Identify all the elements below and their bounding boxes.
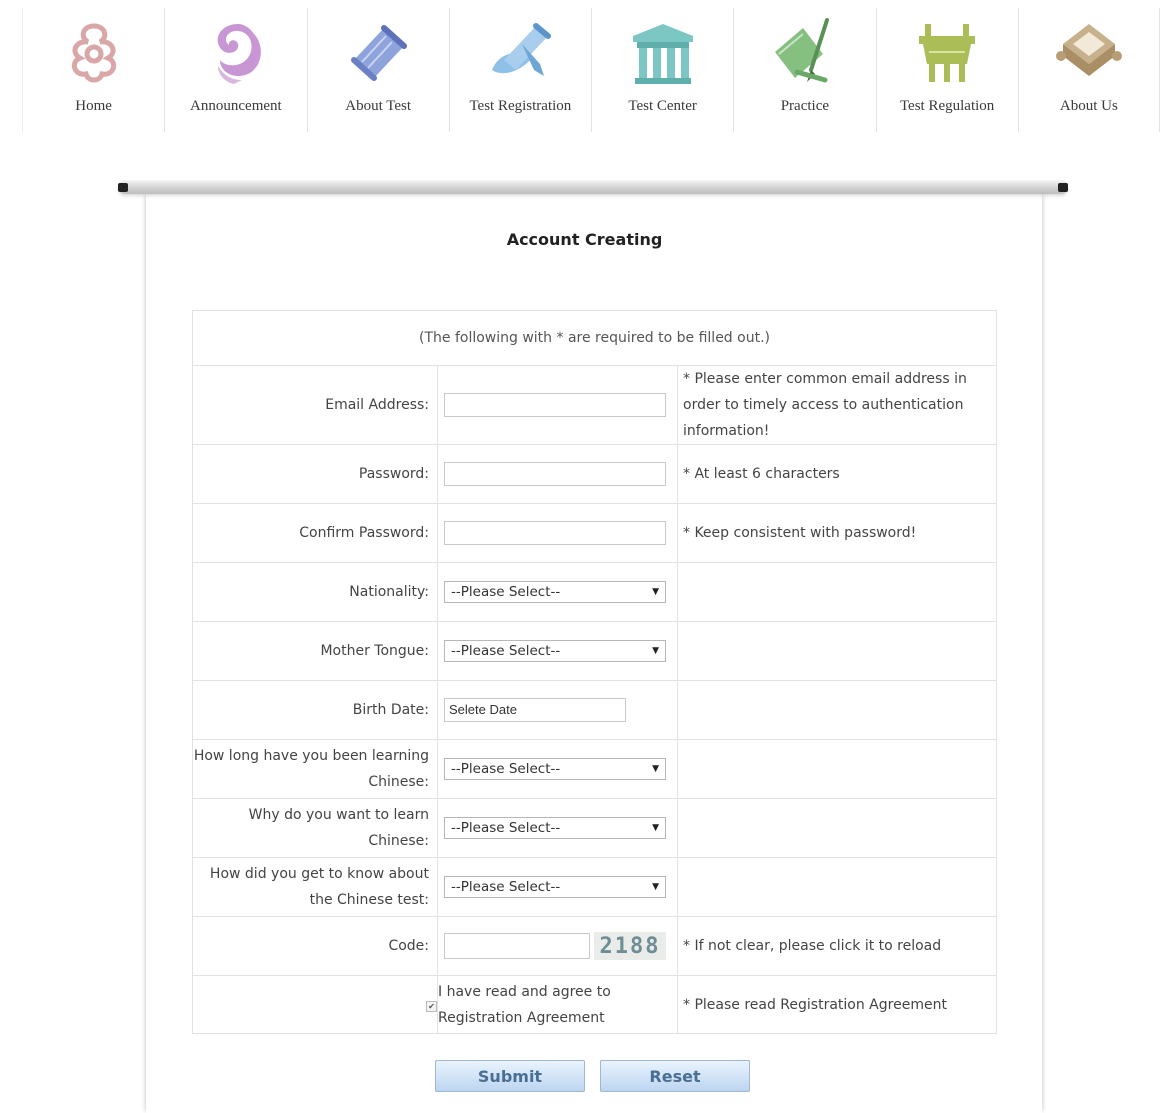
nav-label: Test Registration <box>469 98 572 114</box>
mother-tongue-label: Mother Tongue: <box>192 621 438 681</box>
reset-button[interactable]: Reset <box>600 1060 750 1092</box>
email-field[interactable] <box>444 393 666 417</box>
top-navigation: Home Announcement About Test Test Regist… <box>22 8 1160 132</box>
nav-item-about-us[interactable]: About Us <box>1017 8 1160 132</box>
password-field[interactable] <box>444 462 666 486</box>
dropdown-arrow-icon: ▼ <box>652 882 659 892</box>
form-title: Account Creating <box>506 230 663 249</box>
agreement-text[interactable]: I have read and agree to Registration Ag… <box>437 975 678 1034</box>
source-label: How did you get to know about the Chines… <box>192 857 438 917</box>
captcha-image[interactable]: 2188 <box>594 932 666 960</box>
agreement-checkbox[interactable]: ✔ <box>426 1000 437 1012</box>
cloud-knot-icon <box>71 23 116 83</box>
required-note: (The following with * are required to be… <box>192 310 997 366</box>
learning-duration-label: How long have you been learning Chinese: <box>192 739 438 799</box>
dropdown-arrow-icon: ▼ <box>652 764 659 774</box>
nav-item-practice[interactable]: Practice <box>733 8 875 132</box>
bronze-vessel-icon <box>919 24 976 82</box>
confirm-password-label: Confirm Password: <box>192 503 438 563</box>
code-field[interactable] <box>444 933 590 959</box>
learning-reason-label: Why do you want to learn Chinese: <box>192 798 438 858</box>
learning-reason-selected: --Please Select-- <box>451 820 561 836</box>
nav-label: Practice <box>780 98 830 114</box>
password-label: Password: <box>192 444 438 504</box>
nav-item-test-regulation[interactable]: Test Regulation <box>875 8 1018 132</box>
brush-scroll-icon <box>492 23 552 76</box>
scroll-rod-end-left <box>118 183 128 192</box>
writing-brush-icon <box>774 18 829 83</box>
nationality-label: Nationality: <box>192 562 438 622</box>
nav-item-announcement[interactable]: Announcement <box>164 8 306 132</box>
mother-tongue-select[interactable]: --Please Select-- ▼ <box>444 640 666 662</box>
learning-duration-selected: --Please Select-- <box>451 761 561 777</box>
nationality-select[interactable]: --Please Select-- ▼ <box>444 581 666 603</box>
source-selected: --Please Select-- <box>451 879 561 895</box>
nav-label: Home <box>75 98 112 114</box>
password-hint: * At least 6 characters <box>677 444 997 504</box>
confirm-password-field[interactable] <box>444 521 666 545</box>
nav-label: Test Center <box>628 98 697 114</box>
email-label: Email Address: <box>192 365 438 445</box>
nav-label: About Us <box>1059 98 1118 114</box>
agreement-hint: * Please read Registration Agreement <box>677 975 997 1034</box>
source-select[interactable]: --Please Select-- ▼ <box>444 876 666 898</box>
nav-label: Announcement <box>190 98 282 114</box>
nav-item-about-test[interactable]: About Test <box>306 8 449 132</box>
nav-label: Test Regulation <box>899 98 995 114</box>
dropdown-arrow-icon: ▼ <box>652 646 659 656</box>
code-label: Code: <box>192 916 438 976</box>
nav-item-test-center[interactable]: Test Center <box>591 8 733 132</box>
scroll-rod <box>118 180 1068 194</box>
nav-item-home[interactable]: Home <box>22 8 164 132</box>
dropdown-arrow-icon: ▼ <box>652 823 659 833</box>
registration-form: (The following with * are required to be… <box>192 310 997 1034</box>
scroll-rod-end-right <box>1058 183 1068 192</box>
submit-button[interactable]: Submit <box>435 1060 585 1092</box>
scroll-icon <box>351 25 408 81</box>
code-hint: * If not clear, please click it to reloa… <box>677 916 997 976</box>
birth-date-field[interactable]: Selete Date <box>444 698 626 722</box>
nav-label: About Test <box>345 98 411 114</box>
swirl-cloud-icon <box>217 24 261 84</box>
gate-building-icon <box>632 24 693 84</box>
learning-duration-select[interactable]: --Please Select-- ▼ <box>444 758 666 780</box>
mother-tongue-selected: --Please Select-- <box>451 643 561 659</box>
ornament-box-icon <box>1055 24 1122 76</box>
birth-date-label: Birth Date: <box>192 680 438 740</box>
nationality-selected: --Please Select-- <box>451 584 561 600</box>
learning-reason-select[interactable]: --Please Select-- ▼ <box>444 817 666 839</box>
confirm-password-hint: * Keep consistent with password! <box>677 503 997 563</box>
email-hint: * Please enter common email address in o… <box>677 365 997 445</box>
dropdown-arrow-icon: ▼ <box>652 587 659 597</box>
nav-item-test-registration[interactable]: Test Registration <box>448 8 591 132</box>
